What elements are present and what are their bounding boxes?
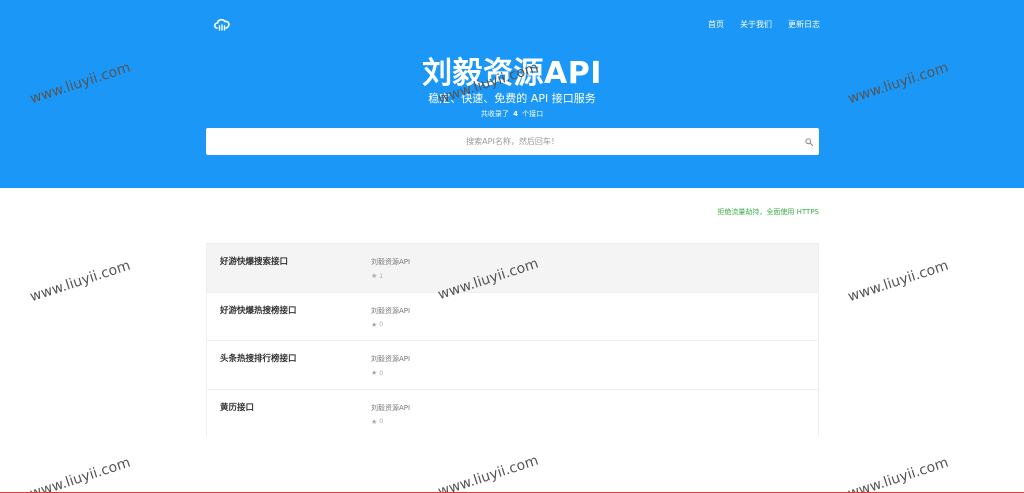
api-count-prefix: 共收录了: [480, 110, 509, 118]
cloud-icon[interactable]: [213, 16, 231, 32]
star-icon: ★: [371, 417, 378, 426]
search-icon[interactable]: [805, 138, 813, 146]
api-count-suffix: 个接口: [522, 110, 544, 118]
api-count-value: 4: [513, 110, 518, 118]
nav-about-link[interactable]: 关于我们: [740, 19, 772, 30]
search-box: [206, 128, 819, 155]
api-name: 头条热搜排行榜接口: [220, 354, 297, 364]
api-name: 好游快爆热搜榜接口: [220, 305, 297, 316]
api-stars: ★ 0: [371, 321, 383, 329]
https-notice: 拒绝流量劫持，全面使用 HTTPS: [717, 208, 819, 216]
watermark-text: www.liuyii.com: [846, 454, 951, 493]
watermark-text: www.liuyii.com: [846, 257, 951, 306]
api-list-item[interactable]: 黄历接口 刘毅资源API ★ 0: [207, 389, 818, 438]
api-author: 刘毅资源API: [371, 403, 411, 412]
api-star-count: 0: [379, 321, 384, 328]
api-author: 刘毅资源API: [371, 355, 411, 363]
api-star-count: 0: [379, 369, 384, 377]
star-icon: ★: [371, 320, 378, 329]
api-author: 刘毅资源API: [371, 258, 411, 266]
top-nav: 首页 关于我们 更新日志: [708, 19, 820, 30]
api-list-item[interactable]: 好游快爆热搜榜接口 刘毅资源API ★ 0: [207, 292, 818, 341]
api-stars: ★ 0: [371, 369, 383, 377]
api-stars: ★ 0: [371, 418, 383, 426]
watermark-text: www.liuyii.com: [436, 452, 541, 493]
nav-home-link[interactable]: 首页: [708, 19, 724, 30]
star-icon: ★: [371, 272, 378, 280]
star-icon: ★: [371, 369, 378, 377]
api-author: 刘毅资源API: [371, 306, 411, 315]
api-name: 黄历接口: [220, 402, 255, 413]
search-input[interactable]: [206, 128, 819, 155]
watermark-text: www.liuyii.com: [28, 454, 133, 493]
api-count-text: 共收录了 4 个接口: [0, 109, 1024, 119]
api-star-count: 0: [379, 418, 384, 425]
api-stars: ★ 1: [371, 272, 383, 280]
api-star-count: 1: [379, 272, 384, 280]
nav-changelog-link[interactable]: 更新日志: [788, 19, 820, 30]
watermark-text: www.liuyii.com: [28, 257, 133, 306]
api-list-item[interactable]: 头条热搜排行榜接口 刘毅资源API ★ 0: [207, 341, 818, 390]
api-name: 好游快爆搜索接口: [220, 257, 289, 267]
